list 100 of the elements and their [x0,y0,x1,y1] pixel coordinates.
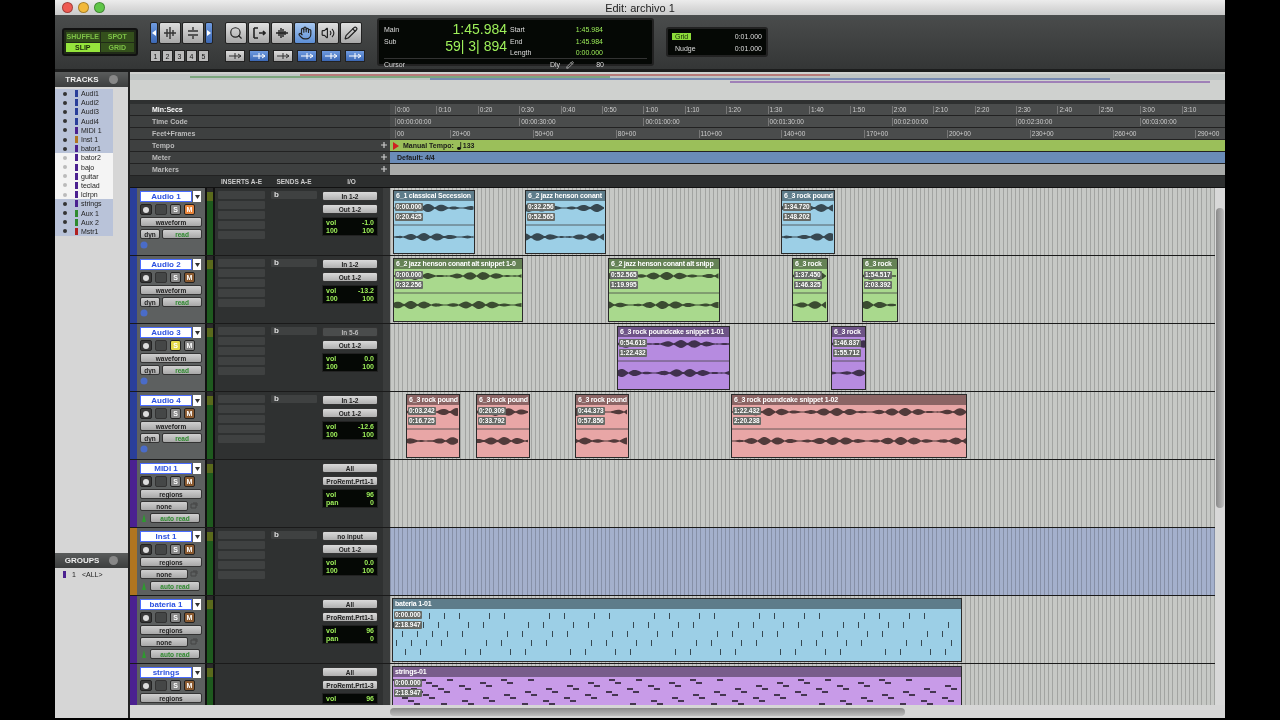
record-icon [143,478,149,485]
link-button[interactable] [321,50,341,62]
record-button[interactable] [140,204,152,215]
record-icon [143,410,149,417]
track-name-field[interactable]: Audio 3 [140,327,192,338]
arrows-icon [325,53,337,59]
send-slot[interactable]: b [271,327,317,335]
hand-icon [298,26,312,40]
record-button[interactable] [140,272,152,283]
record-button[interactable] [140,340,152,351]
input-monitor-button[interactable] [155,408,167,419]
arrows-icon [253,53,265,59]
caret-icon [194,534,200,539]
record-button[interactable] [140,544,152,555]
tool-button[interactable] [225,22,247,44]
send-slot[interactable]: b [271,191,317,199]
main-counter: 1:45.984 [451,21,507,37]
record-icon [143,682,149,689]
send-slot[interactable]: b [271,395,317,403]
caret-icon [194,194,200,199]
input-monitor-button[interactable] [155,680,167,691]
add-icon[interactable] [381,142,387,148]
sub-counter: 59| 3| 894 [444,38,507,54]
record-button[interactable] [140,408,152,419]
record-icon [143,546,149,553]
track-name-field[interactable]: Audio 2 [140,259,192,270]
metronome-icon [140,514,148,522]
track-menu-button[interactable] [193,599,201,610]
waveform-icon [163,27,177,39]
waveform-icon [275,27,289,39]
record-icon [143,342,149,349]
caret-icon [194,330,200,335]
track-name-field[interactable]: strings [140,667,192,678]
record-icon [143,206,149,213]
record-button[interactable] [140,680,152,691]
caret-icon [194,670,200,675]
group-color-icon [63,571,66,578]
track-menu-button[interactable] [193,327,201,338]
track-name-field[interactable]: Audio 4 [140,395,192,406]
tool-button[interactable] [317,22,339,44]
track-menu-button[interactable] [193,463,201,474]
caret-icon [194,398,200,403]
input-monitor-button[interactable] [155,204,167,215]
track-menu-button[interactable] [193,531,201,542]
pencil-icon [566,60,575,69]
track-menu-button[interactable] [193,395,201,406]
note-icon [456,141,462,150]
tool-button[interactable] [340,22,362,44]
tool-button[interactable] [294,22,316,44]
caret-icon [194,602,200,607]
input-monitor-button[interactable] [155,476,167,487]
arrows-icon [301,53,313,59]
arrow-left-icon [152,30,156,36]
record-icon [143,274,149,281]
input-monitor-button[interactable] [155,544,167,555]
trim-icon [252,27,266,39]
link-button[interactable] [225,50,245,62]
close-button[interactable] [62,2,73,13]
tool-button[interactable] [248,22,270,44]
speaker-icon [321,26,335,40]
panel-menu-button[interactable] [109,556,119,565]
link-button[interactable] [249,50,269,62]
track-name-field[interactable]: Inst 1 [140,531,192,542]
zoom-in-button[interactable] [205,22,213,44]
add-icon[interactable] [381,154,387,160]
track-menu-button[interactable] [193,191,201,202]
metronome-icon [140,582,148,590]
send-slot[interactable]: b [271,531,317,539]
record-button[interactable] [140,612,152,623]
tempo-marker-icon [393,141,399,150]
caret-icon [194,262,200,267]
tool-button[interactable] [271,22,293,44]
vertical-scrollbar[interactable] [1215,188,1225,705]
scrollbar-thumb[interactable] [1216,208,1224,508]
zoom-out-button[interactable] [150,22,158,44]
record-button[interactable] [140,476,152,487]
input-monitor-button[interactable] [155,612,167,623]
track-name-field[interactable]: MIDI 1 [140,463,192,474]
panel-menu-button[interactable] [108,75,118,84]
track-name-field[interactable]: Audio 1 [140,191,192,202]
bars-icon [186,27,200,39]
metronome-icon [140,650,148,658]
audio-zoom-button[interactable] [159,22,181,44]
track-menu-button[interactable] [193,667,201,678]
zoom-button[interactable] [94,2,105,13]
link-button[interactable] [297,50,317,62]
minimize-button[interactable] [78,2,89,13]
link-button[interactable] [345,50,365,62]
window-title: Edit: archivo 1 [605,1,675,14]
input-monitor-button[interactable] [155,272,167,283]
track-menu-button[interactable] [193,259,201,270]
link-button[interactable] [273,50,293,62]
midi-zoom-button[interactable] [182,22,204,44]
scrollbar-thumb[interactable] [390,707,905,716]
send-slot[interactable]: b [271,259,317,267]
input-monitor-button[interactable] [155,340,167,351]
markers-ruler[interactable] [390,164,1225,175]
track-name-field[interactable]: bateria 1 [140,599,192,610]
horizontal-scrollbar[interactable] [130,705,1225,718]
add-icon[interactable] [381,166,387,172]
